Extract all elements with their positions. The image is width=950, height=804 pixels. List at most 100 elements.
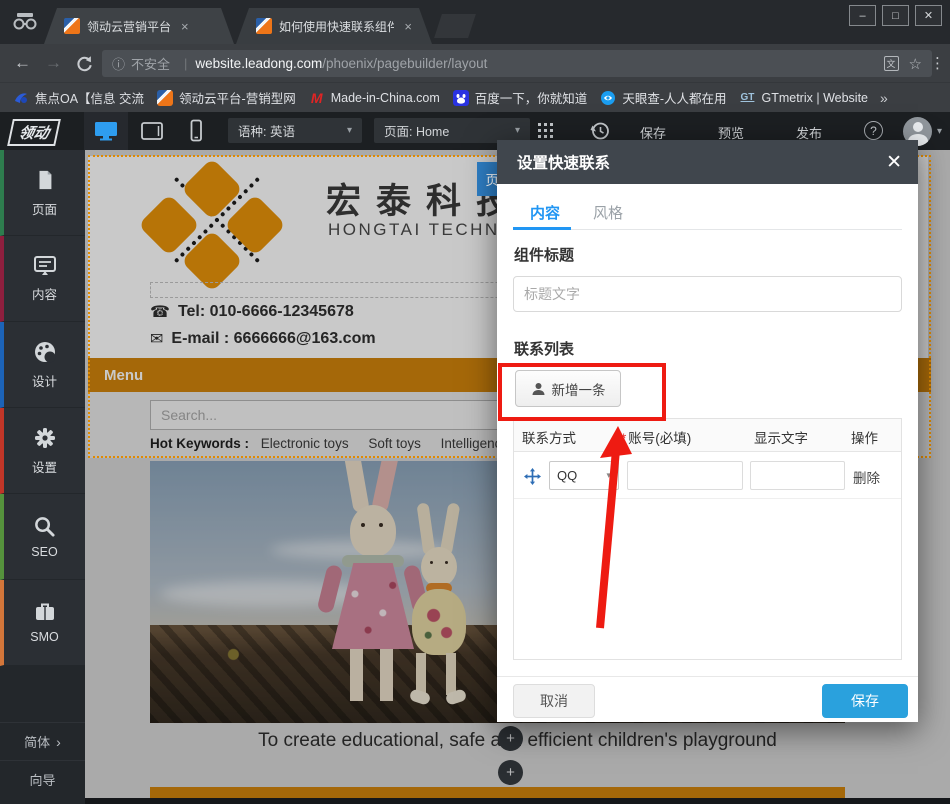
- contact-row: QQ ▾ 删除: [514, 452, 901, 499]
- desktop-icon: [94, 120, 118, 142]
- mic-favicon: M: [309, 90, 325, 106]
- bookmark-baidu[interactable]: 百度一下，你就知道: [453, 88, 588, 107]
- dialog-close-icon[interactable]: ✕: [886, 151, 902, 174]
- bookmark-star-icon[interactable]: ☆: [909, 55, 922, 73]
- back-icon[interactable]: ←: [14, 53, 31, 73]
- builder-sidebar: 页面 内容 设计: [0, 150, 85, 804]
- address-bar: ← → ⓘ 不安全 | website.leadong.com /phoenix…: [0, 44, 950, 82]
- leadong-logo: 领动: [7, 119, 61, 146]
- palette-icon: [33, 340, 57, 364]
- url-divider: |: [184, 56, 187, 71]
- browser-window: 领动云营销平台 × 如何使用快速联系组件？ × – □ ✕ ← → ⓘ 不安全 …: [0, 0, 950, 804]
- component-title-label: 组件标题: [514, 244, 574, 265]
- display-text-input[interactable]: [750, 461, 845, 490]
- content-icon: [33, 255, 57, 277]
- tab-leadong-platform[interactable]: 领动云营销平台 ×: [44, 8, 234, 44]
- browser-titlebar: 领动云营销平台 × 如何使用快速联系组件？ × – □ ✕: [0, 0, 950, 44]
- page-bottom-strip: [85, 798, 950, 804]
- person-icon: [531, 382, 546, 396]
- tab-title: 领动云营销平台: [87, 18, 171, 35]
- caret-down-icon: ▾: [347, 125, 352, 136]
- page-icon: [34, 168, 56, 192]
- refresh-icon[interactable]: [76, 55, 93, 72]
- leadong-favicon: [157, 90, 173, 106]
- save-button[interactable]: 保存: [822, 684, 908, 718]
- forward-icon: →: [45, 53, 62, 73]
- account-input[interactable]: [627, 461, 743, 490]
- leadong-favicon: [64, 18, 80, 34]
- dialog-title: 设置快速联系: [517, 151, 610, 173]
- contact-list-label: 联系列表: [514, 338, 574, 359]
- sidebar-item-pages[interactable]: 页面: [0, 150, 85, 236]
- tab-close-icon[interactable]: ×: [404, 19, 412, 34]
- language-select[interactable]: 语种: 英语 ▾: [228, 118, 362, 143]
- tab-title: 如何使用快速联系组件？: [279, 18, 394, 35]
- window-maximize-button[interactable]: □: [882, 5, 909, 26]
- tab-style[interactable]: 风格: [593, 202, 623, 223]
- page-structure-icon[interactable]: [538, 123, 554, 139]
- history-icon[interactable]: [590, 121, 610, 141]
- quick-contact-dialog: 设置快速联系 ✕ 内容 风格 组件标题 联系列表 新增一条 联系方式 *账号(必…: [497, 140, 918, 722]
- url-path: /phoenix/pagebuilder/layout: [322, 56, 883, 71]
- delete-row-button[interactable]: 删除: [853, 467, 880, 487]
- search-icon: [33, 515, 56, 538]
- sidebar-item-wizard[interactable]: 向导: [0, 760, 85, 798]
- sidebar-item-settings[interactable]: 设置: [0, 408, 85, 494]
- tab-help-article[interactable]: 如何使用快速联系组件？ ×: [236, 8, 432, 44]
- briefcase-icon: [33, 601, 57, 623]
- window-minimize-button[interactable]: –: [849, 5, 876, 26]
- url-field[interactable]: ⓘ 不安全 | website.leadong.com /phoenix/pag…: [102, 50, 932, 77]
- info-icon[interactable]: ⓘ: [112, 54, 125, 73]
- caret-down-icon: ▾: [606, 470, 611, 481]
- account-caret-icon[interactable]: ▾: [937, 126, 942, 137]
- tab-content[interactable]: 内容: [530, 202, 560, 223]
- component-title-input[interactable]: [513, 276, 902, 312]
- tianyancha-favicon: [600, 90, 616, 106]
- jiaodian-favicon: [13, 90, 29, 106]
- new-tab-button[interactable]: [434, 14, 476, 38]
- leadong-favicon: [256, 18, 272, 34]
- bookmark-leadong[interactable]: 领动云平台-营销型网: [157, 88, 296, 107]
- caret-down-icon: ▾: [515, 125, 520, 136]
- col-contact-type: 联系方式: [522, 427, 576, 447]
- mobile-icon: [184, 119, 208, 143]
- window-close-button[interactable]: ✕: [915, 5, 942, 26]
- tablet-icon: [140, 120, 164, 142]
- gear-icon: [33, 426, 57, 450]
- move-icon[interactable]: [524, 468, 541, 485]
- bookmark-gtmetrix[interactable]: GT GTmetrix | Website: [739, 90, 868, 106]
- bookmarks-overflow-icon[interactable]: »: [880, 90, 888, 106]
- contact-type-select[interactable]: QQ ▾: [549, 461, 619, 490]
- sidebar-item-smo[interactable]: SMO: [0, 580, 85, 666]
- add-contact-button[interactable]: 新增一条: [515, 370, 621, 407]
- tab-close-icon[interactable]: ×: [181, 19, 189, 34]
- bookmark-jiaodian-oa[interactable]: 焦点OA【信息 交流: [13, 88, 144, 107]
- dialog-header: 设置快速联系 ✕: [497, 140, 918, 184]
- col-display-text: 显示文字: [754, 427, 808, 447]
- col-action: 操作: [851, 427, 878, 447]
- help-icon[interactable]: ?: [864, 121, 883, 140]
- incognito-icon: [12, 12, 38, 32]
- bookmarks-bar: 焦点OA【信息 交流 领动云平台-营销型网 M Made-in-China.co…: [0, 82, 950, 112]
- sidebar-item-seo[interactable]: SEO: [0, 494, 85, 580]
- translate-icon[interactable]: 文: [884, 56, 899, 71]
- device-mobile-button[interactable]: [174, 112, 218, 150]
- browser-menu-icon[interactable]: ⋮: [930, 54, 945, 72]
- chevron-right-icon: ›: [56, 734, 61, 750]
- sidebar-item-design[interactable]: 设计: [0, 322, 85, 408]
- bookmark-made-in-china[interactable]: M Made-in-China.com: [309, 90, 440, 106]
- device-tablet-button[interactable]: [130, 112, 174, 150]
- device-desktop-button[interactable]: [84, 112, 128, 150]
- contact-table-header: 联系方式 *账号(必填) 显示文字 操作: [514, 419, 901, 452]
- contact-table: 联系方式 *账号(必填) 显示文字 操作 QQ ▾ 删除: [513, 418, 902, 660]
- col-account: *账号(必填): [621, 427, 691, 447]
- bookmark-tianyancha[interactable]: 天眼查-人人都在用: [600, 88, 726, 107]
- cancel-button[interactable]: 取消: [513, 684, 595, 718]
- security-label: 不安全: [131, 54, 170, 73]
- url-domain: website.leadong.com: [195, 56, 322, 71]
- gtmetrix-favicon: GT: [739, 90, 755, 106]
- baidu-favicon: [453, 90, 469, 106]
- active-tab-underline: [513, 227, 571, 230]
- sidebar-item-content[interactable]: 内容: [0, 236, 85, 322]
- sidebar-item-locale[interactable]: 简体 ›: [0, 722, 85, 760]
